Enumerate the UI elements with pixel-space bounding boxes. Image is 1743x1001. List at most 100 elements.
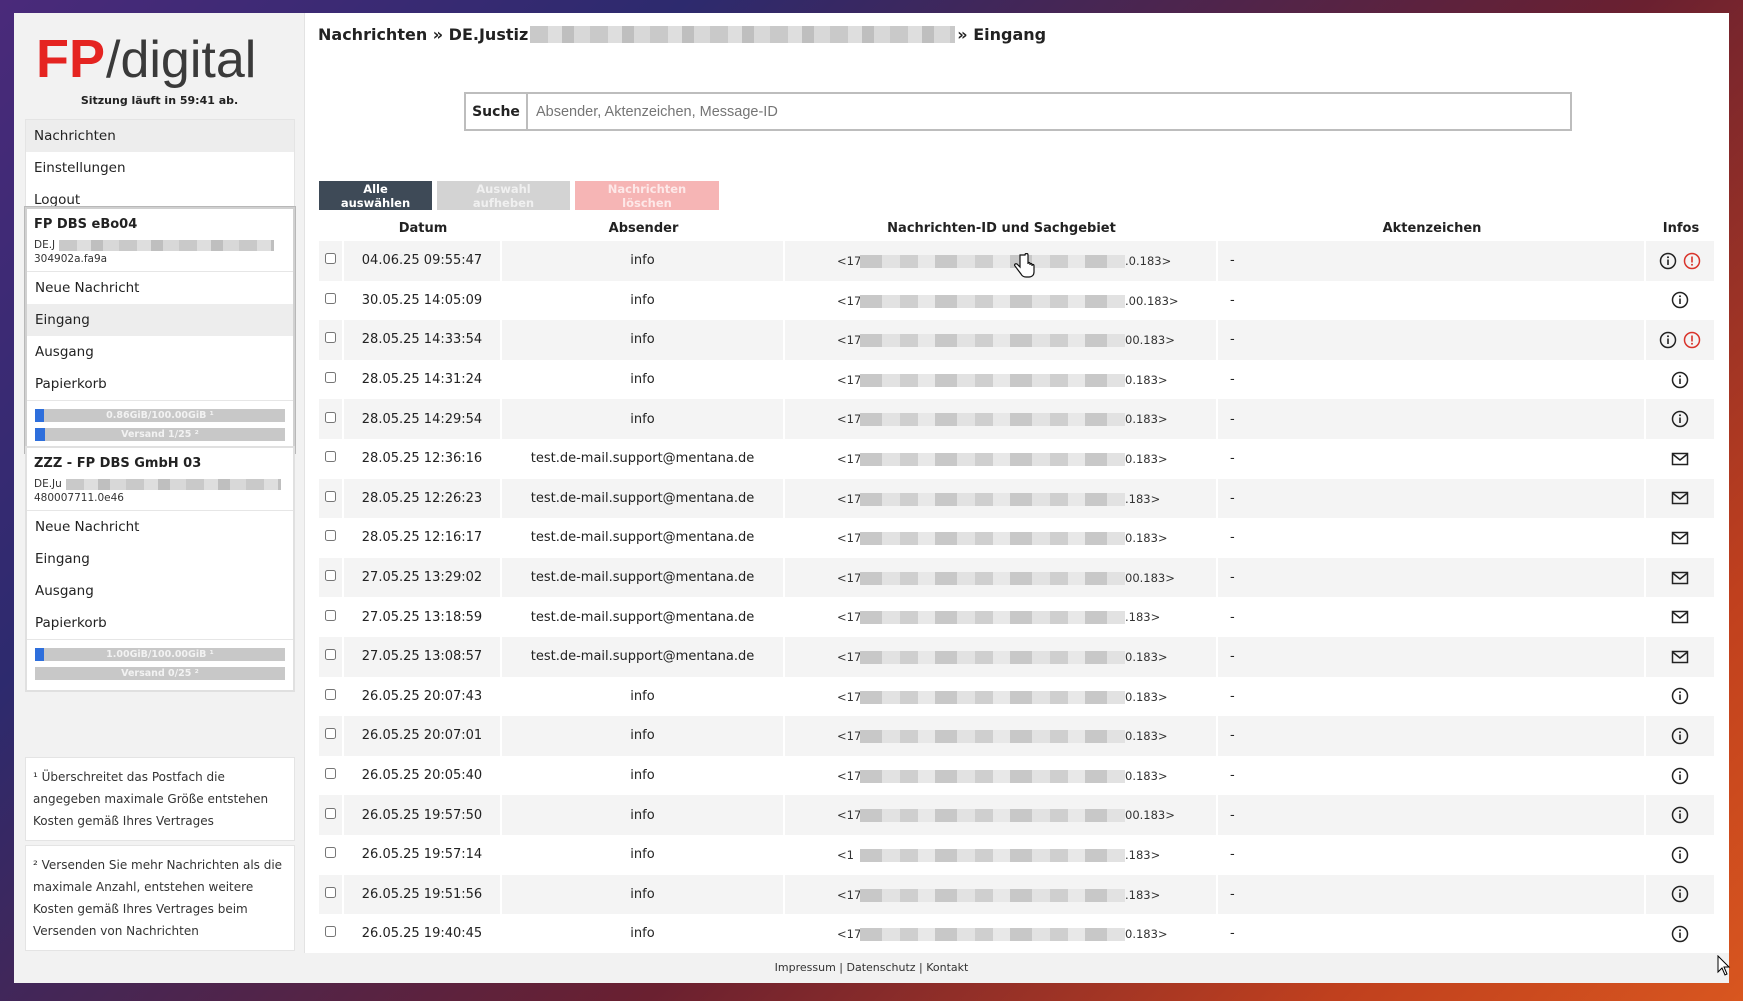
row-checkbox[interactable] [325,649,336,661]
table-row[interactable]: 26.05.25 19:40:45 info <174 0.183> - [319,914,1716,954]
row-checkbox[interactable] [325,728,336,740]
menu-item-einstellungen[interactable]: Einstellungen [26,152,294,184]
logo-fp-text: FP [36,29,105,89]
info-icon[interactable] [1671,767,1689,785]
row-checkbox[interactable] [325,847,336,859]
table-row[interactable]: 28.05.25 12:36:16 test.de-mail.support@m… [319,438,1716,479]
mail-icon[interactable] [1671,608,1689,626]
search-input[interactable] [528,94,1570,129]
row-date: 28.05.25 12:26:23 [344,478,502,519]
table-row[interactable]: 26.05.25 19:57:50 info <174 00.183> - [319,795,1716,835]
row-infos [1646,478,1716,519]
message-id-end: 0.183> [1125,768,1168,783]
mail-icon[interactable] [1671,648,1689,666]
info-icon[interactable] [1671,846,1689,864]
row-checkbox[interactable] [325,570,336,582]
row-checkbox[interactable] [325,253,336,265]
mail-icon[interactable] [1671,489,1689,507]
row-date: 26.05.25 20:07:43 [344,676,502,717]
row-checkbox[interactable] [325,886,336,898]
row-sender: info [502,834,785,875]
account2-ausgang[interactable]: Ausgang [27,575,293,607]
info-icon[interactable] [1671,806,1689,824]
row-checkbox[interactable] [325,609,336,621]
table-row[interactable]: 27.05.25 13:29:02 test.de-mail.support@m… [319,557,1716,598]
row-date: 04.06.25 09:55:47 [344,241,502,281]
row-checkbox[interactable] [325,807,336,819]
fp-digital-logo[interactable]: FP /digital [36,25,296,100]
info-icon[interactable] [1671,925,1689,943]
select-all-button[interactable]: Alle auswählen [319,181,432,210]
message-id-end: .0.183> [1125,254,1172,268]
table-row[interactable]: 28.05.25 12:16:17 test.de-mail.support@m… [319,518,1716,558]
account-panel-1: FP DBS eBo04 DE.J 304902a.fa9a Neue Nach… [24,206,296,454]
account2-papierkorb[interactable]: Papierkorb [27,607,293,639]
mail-icon[interactable] [1671,569,1689,587]
account-header[interactable]: ZZZ - FP DBS GmbH 03 DE.Ju 480007711.0e4… [27,448,293,511]
info-icon[interactable] [1671,687,1689,705]
row-checkbox[interactable] [325,451,336,463]
col-aktenzeichen[interactable]: Aktenzeichen [1218,216,1646,241]
row-infos [1646,834,1716,875]
account2-neue-nachricht[interactable]: Neue Nachricht [27,511,293,543]
info-icon[interactable] [1659,331,1677,349]
row-checkbox[interactable] [325,490,336,502]
account2-eingang[interactable]: Eingang [27,543,293,575]
table-row[interactable]: 28.05.25 14:29:54 info <174 0.183> - [319,399,1716,439]
row-date: 26.05.25 19:40:45 [344,914,502,954]
row-checkbox[interactable] [325,372,336,384]
redacted-block [860,730,1125,744]
table-row[interactable]: 27.05.25 13:08:57 test.de-mail.support@m… [319,636,1716,677]
row-message-id: <17 0.183> [785,636,1218,677]
table-row[interactable]: 26.05.25 19:57:14 info <1 .183> - [319,834,1716,875]
row-infos [1646,359,1716,400]
col-datum[interactable]: Datum [344,216,502,241]
table-row[interactable]: 28.05.25 12:26:23 test.de-mail.support@m… [319,478,1716,519]
table-row[interactable]: 26.05.25 19:51:56 info <17 .183> - [319,874,1716,915]
info-icon[interactable] [1671,371,1689,389]
row-date: 27.05.25 13:18:59 [344,597,502,637]
table-row[interactable]: 26.05.25 20:07:01 info <17 0.183> - [319,716,1716,756]
info-icon[interactable] [1671,885,1689,903]
row-checkbox[interactable] [325,768,336,780]
menu-item-nachrichten[interactable]: Nachrichten [26,120,294,152]
row-checkbox[interactable] [325,411,336,423]
table-row[interactable]: 27.05.25 13:18:59 test.de-mail.support@m… [319,597,1716,637]
table-row[interactable]: 26.05.25 20:07:43 info <174 0.183> - [319,676,1716,717]
table-row[interactable]: 26.05.25 20:05:40 info <174 0.183> - [319,755,1716,796]
mail-icon[interactable] [1671,529,1689,547]
row-aktenzeichen: - [1218,755,1646,796]
account1-papierkorb[interactable]: Papierkorb [27,368,293,400]
row-checkbox[interactable] [325,688,336,700]
account-header[interactable]: FP DBS eBo04 DE.J 304902a.fa9a [27,209,293,272]
account1-ausgang[interactable]: Ausgang [27,336,293,368]
row-checkbox-cell [319,676,344,717]
alert-icon[interactable] [1683,331,1701,349]
table-row[interactable]: 28.05.25 14:31:24 info <17 0.183> - [319,359,1716,400]
info-icon[interactable] [1671,410,1689,428]
col-absender[interactable]: Absender [502,216,785,241]
table-row[interactable]: 28.05.25 14:33:54 info <174 00.183> - [319,320,1716,360]
footer-links[interactable]: Impressum | Datenschutz | Kontakt [14,953,1729,983]
row-checkbox[interactable] [325,926,336,938]
table-row[interactable]: 30.05.25 14:05:09 info <174 .00.183> - [319,280,1716,321]
row-checkbox[interactable] [325,332,336,344]
account1-neue-nachricht[interactable]: Neue Nachricht [27,272,293,304]
breadcrumb-start[interactable]: Nachrichten » DE.Justiz [318,25,528,44]
row-checkbox[interactable] [325,292,336,304]
mail-icon[interactable] [1671,450,1689,468]
arrow-cursor-icon [1717,955,1731,976]
col-nachrichten-id[interactable]: Nachrichten-ID und Sachgebiet [785,216,1218,241]
account1-eingang[interactable]: Eingang [27,304,293,336]
row-sender: test.de-mail.support@mentana.de [502,478,785,519]
row-infos [1646,676,1716,717]
delete-messages-button[interactable]: Nachrichten löschen [575,181,719,210]
alert-icon[interactable] [1683,252,1701,270]
row-checkbox[interactable] [325,530,336,542]
info-icon[interactable] [1659,252,1677,270]
row-checkbox-cell [319,518,344,558]
row-date: 26.05.25 20:07:01 [344,716,502,756]
info-icon[interactable] [1671,291,1689,309]
info-icon[interactable] [1671,727,1689,745]
deselect-button[interactable]: Auswahl aufheben [437,181,570,210]
